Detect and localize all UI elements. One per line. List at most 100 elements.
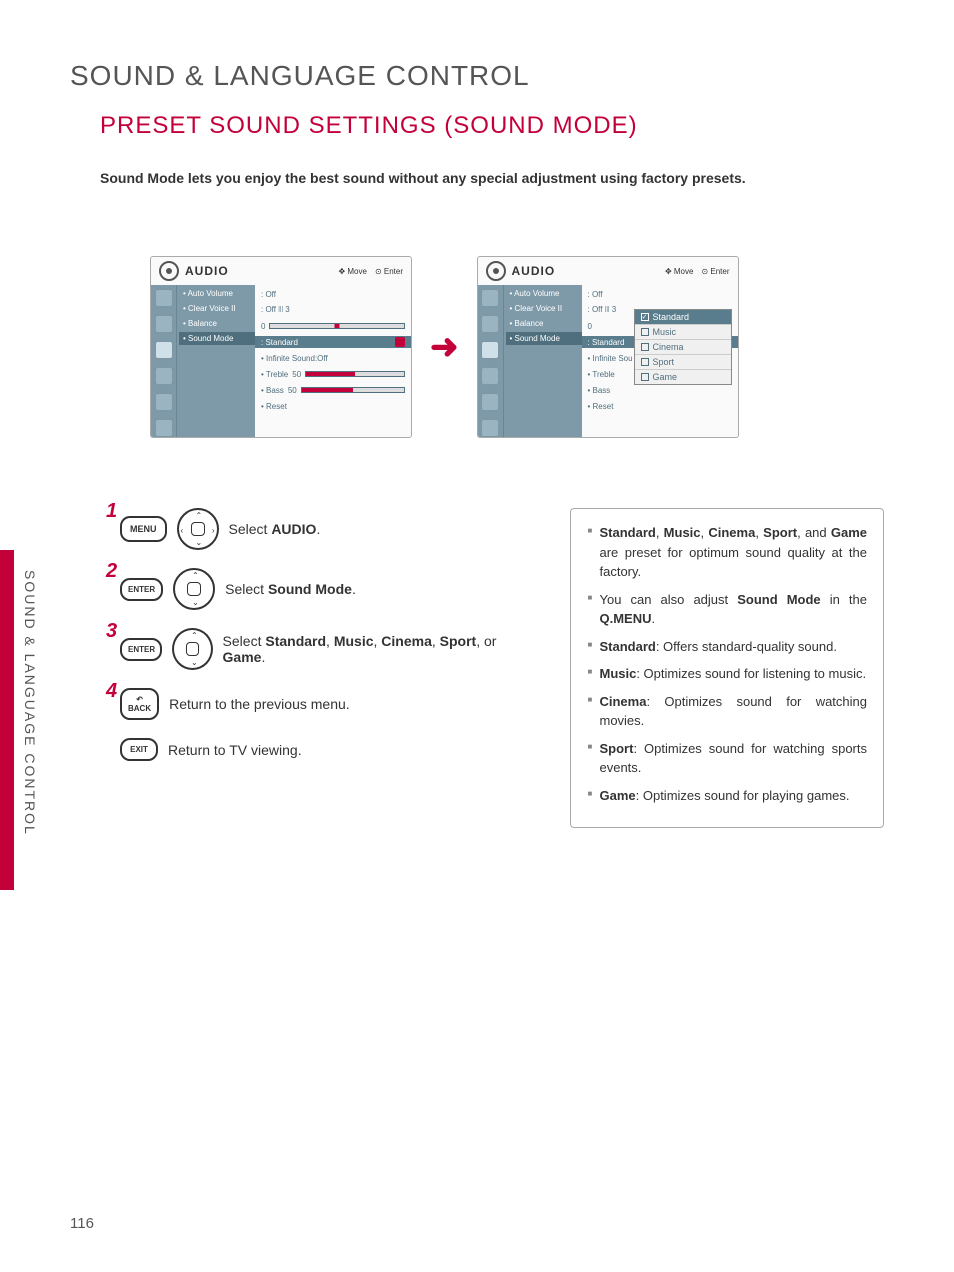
osd-label-column: • Auto Volume • Clear Voice II • Balance… <box>504 285 582 437</box>
checkbox-icon <box>641 373 649 381</box>
info-item: Standard: Offers standard-quality sound. <box>587 637 867 657</box>
remote-dpad-icon: ⌃⌄ <box>172 628 213 670</box>
osd-label-highlight: • Sound Mode <box>179 332 255 345</box>
osd-panel-before: AUDIO ✥ Move ⊙ Enter • Auto Volume <box>150 256 412 438</box>
info-item: Standard, Music, Cinema, Sport, and Game… <box>587 523 867 582</box>
remote-back-button: ↶BACK <box>120 688 159 720</box>
remote-dpad-icon: ⌃⌄‹› <box>177 508 219 550</box>
step-text: Select AUDIO. <box>229 521 321 537</box>
osd-sub: • Infinite Sou <box>588 354 633 363</box>
osd-label: • Auto Volume <box>510 289 578 298</box>
treble-bar <box>305 371 405 377</box>
osd-val: 0 <box>261 322 265 331</box>
osd-cat-icon <box>155 367 173 385</box>
osd-val: 50 <box>292 370 301 379</box>
osd-val-highlight: : Standard <box>588 338 625 347</box>
remote-enter-button: ENTER <box>120 638 162 661</box>
hint-move: Move <box>674 267 694 276</box>
step-number: 2 <box>106 560 117 583</box>
osd-val: : Off <box>261 290 276 299</box>
step-3: 3 ENTER ⌃⌄ Select Standard, Music, Cinem… <box>120 628 530 670</box>
osd-label: • Balance <box>510 319 578 328</box>
dropdown-option: Game <box>635 370 731 384</box>
audio-icon <box>159 261 179 281</box>
remote-dpad-icon: ⌃⌄ <box>173 568 215 610</box>
osd-label: • Auto Volume <box>183 289 251 298</box>
dropdown-option: Cinema <box>635 340 731 355</box>
balance-bar <box>269 323 405 329</box>
osd-label: • Clear Voice II <box>183 304 251 313</box>
osd-header: AUDIO ✥ Move ⊙ Enter <box>478 257 738 285</box>
dropdown-option: Sport <box>635 355 731 370</box>
info-item: Sport: Optimizes sound for watching spor… <box>587 739 867 778</box>
osd-title: AUDIO <box>185 264 229 278</box>
step-number: 4 <box>106 680 117 703</box>
osd-sub: • Bass <box>588 386 611 395</box>
osd-label: • Clear Voice II <box>510 304 578 313</box>
osd-hints: ✥ Move ⊙ Enter <box>665 267 730 276</box>
bass-bar <box>301 387 405 393</box>
osd-label-column: • Auto Volume • Clear Voice II • Balance… <box>177 285 255 437</box>
dropdown-option-selected: ✓Standard <box>635 310 731 325</box>
osd-value-column: : Off : Off ꔖ 3 0 : Standard • Infinite … <box>255 285 411 437</box>
step-text: Select Sound Mode. <box>225 581 356 597</box>
remote-enter-button: ENTER <box>120 578 163 601</box>
step-text: Return to the previous menu. <box>169 696 350 712</box>
checkbox-icon <box>641 343 649 351</box>
info-box: Standard, Music, Cinema, Sport, and Game… <box>570 508 884 828</box>
osd-panel-after: AUDIO ✥ Move ⊙ Enter • Auto Volume <box>477 256 739 438</box>
osd-val: : Off ꔖ 3 <box>588 305 617 315</box>
osd-sub: • Reset <box>588 402 614 411</box>
osd-sub: • Treble <box>588 370 615 379</box>
osd-val: 50 <box>288 386 297 395</box>
osd-title: AUDIO <box>512 264 556 278</box>
osd-cat-icon-active <box>155 341 173 359</box>
arrow-icon: ➜ <box>430 327 459 367</box>
info-item: Music: Optimizes sound for listening to … <box>587 664 867 684</box>
step-text: Select Standard, Music, Cinema, Sport, o… <box>223 633 531 665</box>
osd-cat-icon <box>155 419 173 437</box>
osd-cat-icon <box>155 289 173 307</box>
osd-val: : Off ꔖ 3 <box>261 305 290 315</box>
page-number: 116 <box>70 1215 94 1232</box>
step-number: 1 <box>106 500 117 523</box>
osd-category-icons <box>151 285 177 437</box>
steps-column: 1 MENU ⌃⌄‹› Select AUDIO. 2 ENTER ⌃⌄ Sel… <box>120 508 530 828</box>
osd-illustration-area: AUDIO ✥ Move ⊙ Enter • Auto Volume <box>150 256 884 438</box>
hint-enter: Enter <box>384 267 403 276</box>
osd-sub: • Infinite Sound:Off <box>261 354 328 363</box>
remote-menu-button: MENU <box>120 516 167 542</box>
osd-cat-icon <box>481 393 499 411</box>
checkbox-icon <box>641 328 649 336</box>
page-section-title: SOUND & LANGUAGE CONTROL <box>70 60 884 92</box>
step-2: 2 ENTER ⌃⌄ Select Sound Mode. <box>120 568 530 610</box>
remote-exit-button: EXIT <box>120 738 158 761</box>
intro-text: Sound Mode lets you enjoy the best sound… <box>100 170 884 186</box>
page-topic-title: PRESET SOUND SETTINGS (SOUND MODE) <box>100 112 884 140</box>
osd-sub: • Bass <box>261 386 284 395</box>
osd-cat-icon <box>481 419 499 437</box>
step-4: 4 ↶BACK Return to the previous menu. <box>120 688 530 720</box>
osd-header: AUDIO ✥ Move ⊙ Enter <box>151 257 411 285</box>
spinner-icon <box>395 337 405 347</box>
info-item: You can also adjust Sound Mode in the Q.… <box>587 590 867 629</box>
step-number: 3 <box>106 620 117 643</box>
step-1: 1 MENU ⌃⌄‹› Select AUDIO. <box>120 508 530 550</box>
osd-cat-icon <box>481 289 499 307</box>
osd-label: • Balance <box>183 319 251 328</box>
osd-sub: • Reset <box>261 402 287 411</box>
osd-label-highlight: • Sound Mode <box>506 332 582 345</box>
checkbox-icon <box>641 358 649 366</box>
osd-val-highlight: : Standard <box>261 338 298 347</box>
step-5: EXIT Return to TV viewing. <box>120 738 530 761</box>
osd-val: 0 <box>588 322 592 331</box>
step-text: Return to TV viewing. <box>168 742 302 758</box>
osd-sub: • Treble <box>261 370 288 379</box>
osd-cat-icon <box>481 315 499 333</box>
info-item: Cinema: Optimizes sound for watching mov… <box>587 692 867 731</box>
osd-cat-icon <box>481 367 499 385</box>
osd-cat-icon <box>155 315 173 333</box>
hint-move: Move <box>347 267 367 276</box>
osd-cat-icon <box>155 393 173 411</box>
osd-hints: ✥ Move ⊙ Enter <box>338 267 403 276</box>
